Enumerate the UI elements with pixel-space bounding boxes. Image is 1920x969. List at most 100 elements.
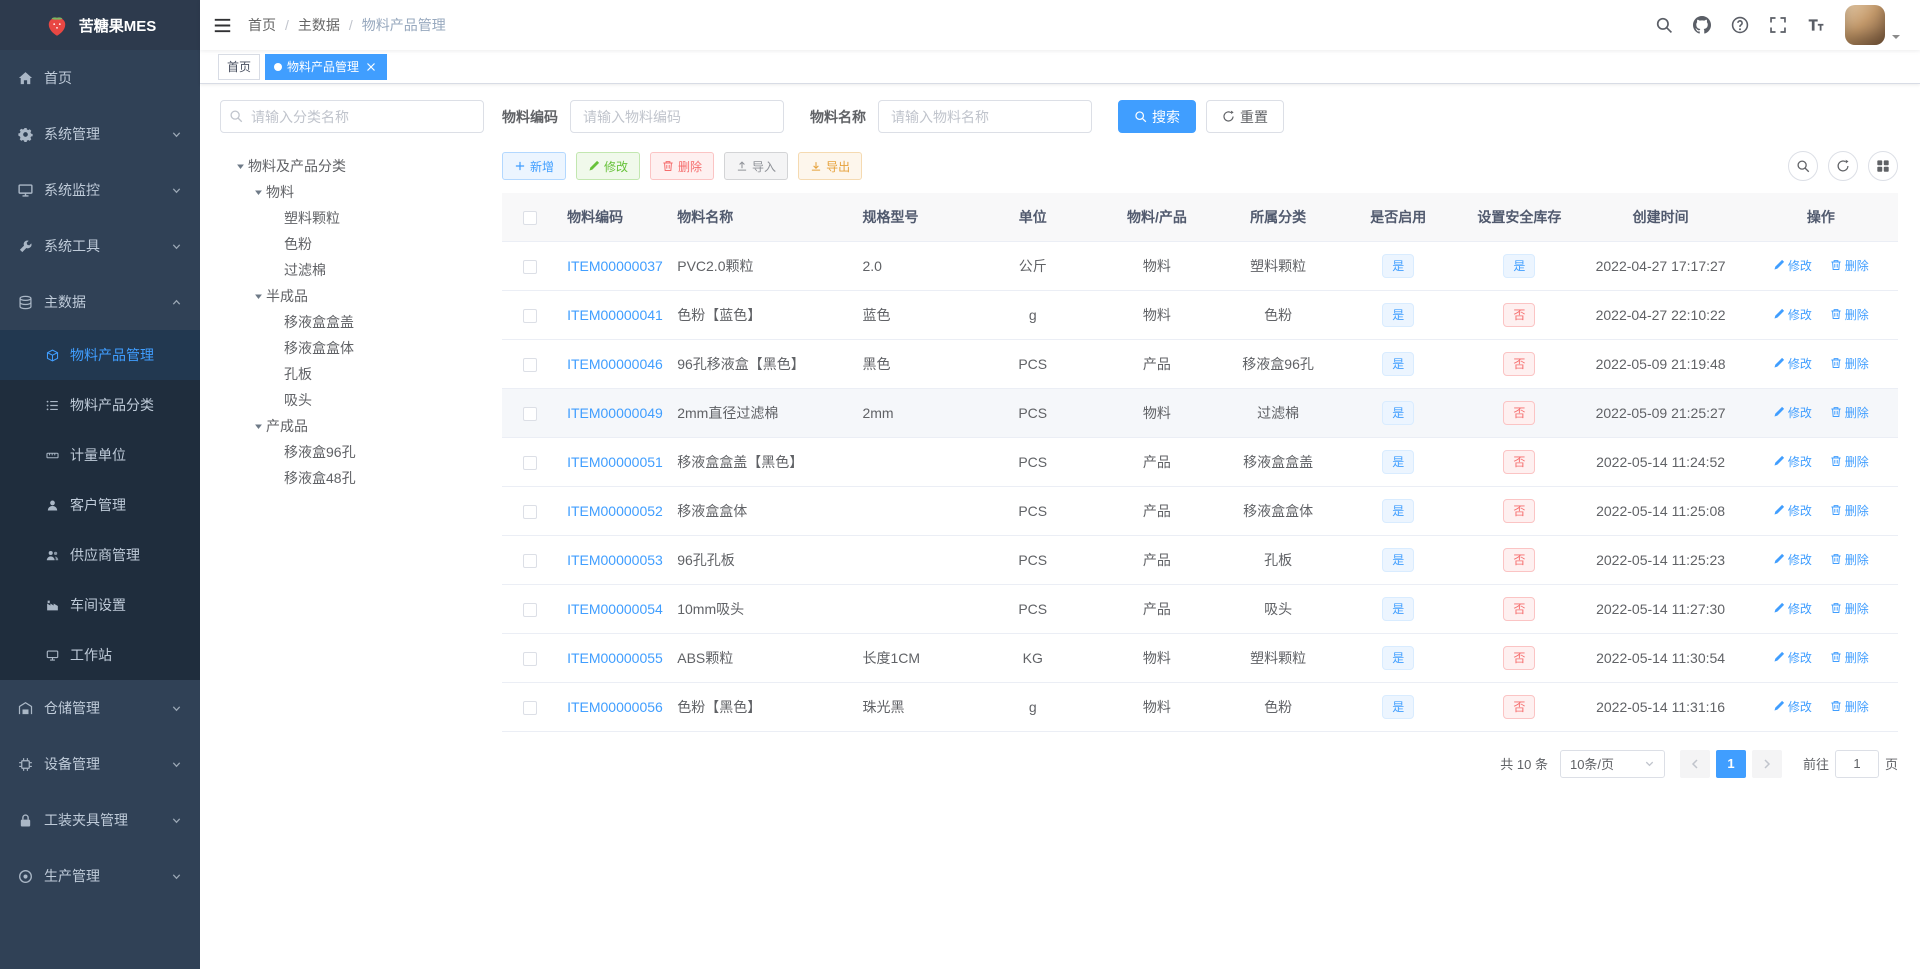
close-icon[interactable] — [364, 60, 378, 74]
table-row[interactable]: ITEM00000054 10mm吸头 PCS 产品 吸头 是 否 2022-0… — [502, 584, 1898, 634]
tree-node[interactable]: 物料及产品分类 — [220, 153, 484, 179]
sidebar-item-equipment-mgmt[interactable]: 设备管理 — [0, 736, 200, 792]
sidebar-item-master-data[interactable]: 主数据 — [0, 274, 200, 330]
edit-link[interactable]: 修改 — [1773, 306, 1812, 323]
breadcrumb-item[interactable]: 主数据 — [298, 15, 340, 35]
tree-node[interactable]: 移液盒盒盖 — [220, 309, 484, 335]
edit-link[interactable]: 修改 — [1773, 257, 1812, 274]
app-logo[interactable]: 苦糖果MES — [0, 0, 200, 50]
item-code-link[interactable]: ITEM00000046 — [567, 356, 663, 372]
user-menu[interactable] — [1845, 5, 1900, 45]
search-button[interactable]: 搜索 — [1118, 100, 1196, 133]
tree-node[interactable]: 过滤棉 — [220, 257, 484, 283]
edit-link[interactable]: 修改 — [1773, 355, 1812, 372]
delete-link[interactable]: 删除 — [1830, 551, 1869, 568]
row-checkbox[interactable] — [522, 602, 537, 617]
github-icon[interactable] — [1683, 0, 1721, 50]
tab-home[interactable]: 首页 — [218, 53, 261, 80]
table-row[interactable]: ITEM00000056 色粉【黑色】 珠光黑 g 物料 色粉 是 否 2022… — [502, 682, 1898, 732]
fullscreen-icon[interactable] — [1759, 0, 1797, 50]
sidebar-item-fixture-mgmt[interactable]: 工装夹具管理 — [0, 792, 200, 848]
item-code-link[interactable]: ITEM00000055 — [567, 650, 663, 666]
table-row[interactable]: ITEM00000046 96孔移液盒【黑色】 黑色 PCS 产品 移液盒96孔… — [502, 339, 1898, 389]
table-row[interactable]: ITEM00000041 色粉【蓝色】 蓝色 g 物料 色粉 是 否 2022-… — [502, 290, 1898, 340]
delete-link[interactable]: 删除 — [1830, 257, 1869, 274]
delete-link[interactable]: 删除 — [1830, 404, 1869, 421]
edit-link[interactable]: 修改 — [1773, 600, 1812, 617]
page-size-select[interactable]: 10条/页 — [1559, 749, 1665, 778]
table-row[interactable]: ITEM00000051 移液盒盒盖【黑色】 PCS 产品 移液盒盒盖 是 否 … — [502, 437, 1898, 487]
prev-page-button[interactable] — [1679, 749, 1710, 778]
delete-link[interactable]: 删除 — [1830, 502, 1869, 519]
tree-node[interactable]: 移液盒48孔 — [220, 465, 484, 491]
row-checkbox[interactable] — [522, 308, 537, 323]
table-row[interactable]: ITEM00000049 2mm直径过滤棉 2mm PCS 物料 过滤棉 是 否… — [502, 388, 1898, 438]
tree-node[interactable]: 孔板 — [220, 361, 484, 387]
edit-link[interactable]: 修改 — [1773, 649, 1812, 666]
delete-link[interactable]: 删除 — [1830, 600, 1869, 617]
table-row[interactable]: ITEM00000052 移液盒盒体 PCS 产品 移液盒盒体 是 否 2022… — [502, 486, 1898, 536]
tree-node[interactable]: 产成品 — [220, 413, 484, 439]
tree-node[interactable]: 色粉 — [220, 231, 484, 257]
sidebar-item-home[interactable]: 首页 — [0, 50, 200, 106]
import-button[interactable]: 导入 — [724, 152, 789, 180]
sidebar-item-production-mgmt[interactable]: 生产管理 — [0, 848, 200, 904]
edit-link[interactable]: 修改 — [1773, 551, 1812, 568]
item-code-link[interactable]: ITEM00000049 — [567, 405, 663, 421]
row-checkbox[interactable] — [522, 259, 537, 274]
item-code-link[interactable]: ITEM00000041 — [567, 307, 663, 323]
row-checkbox[interactable] — [522, 455, 537, 470]
item-code-link[interactable]: ITEM00000056 — [567, 699, 663, 715]
search-toggle-button[interactable] — [1788, 151, 1818, 181]
edit-link[interactable]: 修改 — [1773, 502, 1812, 519]
delete-link[interactable]: 删除 — [1830, 453, 1869, 470]
sidebar-subitem[interactable]: 客户管理 — [0, 480, 200, 530]
tree-node[interactable]: 半成品 — [220, 283, 484, 309]
row-checkbox[interactable] — [522, 406, 537, 421]
row-checkbox[interactable] — [522, 553, 537, 568]
columns-toggle-button[interactable] — [1868, 151, 1898, 181]
tree-node[interactable]: 塑料颗粒 — [220, 205, 484, 231]
reset-button[interactable]: 重置 — [1206, 100, 1284, 133]
delete-link[interactable]: 删除 — [1830, 649, 1869, 666]
tree-node[interactable]: 移液盒96孔 — [220, 439, 484, 465]
sidebar-subitem[interactable]: 物料产品分类 — [0, 380, 200, 430]
edit-button[interactable]: 修改 — [576, 152, 641, 180]
breadcrumb-item[interactable]: 首页 — [248, 15, 276, 35]
hamburger-button[interactable] — [200, 0, 244, 50]
delete-link[interactable]: 删除 — [1830, 306, 1869, 323]
sidebar-subitem[interactable]: 供应商管理 — [0, 530, 200, 580]
row-checkbox[interactable] — [522, 357, 537, 372]
edit-link[interactable]: 修改 — [1773, 404, 1812, 421]
sidebar-subitem[interactable]: 车间设置 — [0, 580, 200, 630]
sidebar-subitem[interactable]: 物料产品管理 — [0, 330, 200, 380]
export-button[interactable]: 导出 — [798, 152, 863, 180]
delete-link[interactable]: 删除 — [1830, 698, 1869, 715]
row-checkbox[interactable] — [522, 651, 537, 666]
table-row[interactable]: ITEM00000037 PVC2.0颗粒 2.0 公斤 物料 塑料颗粒 是 是… — [502, 241, 1898, 291]
category-search-input[interactable] — [220, 100, 484, 133]
delete-button[interactable]: 删除 — [650, 152, 715, 180]
page-button-1[interactable]: 1 — [1715, 749, 1746, 778]
sidebar-subitem[interactable]: 工作站 — [0, 630, 200, 680]
name-filter-input[interactable] — [878, 100, 1092, 133]
item-code-link[interactable]: ITEM00000054 — [567, 601, 663, 617]
tree-node[interactable]: 物料 — [220, 179, 484, 205]
tree-node[interactable]: 移液盒盒体 — [220, 335, 484, 361]
add-button[interactable]: 新增 — [502, 152, 567, 180]
item-code-link[interactable]: ITEM00000037 — [567, 258, 663, 274]
sidebar-item-warehouse-mgmt[interactable]: 仓储管理 — [0, 680, 200, 736]
delete-link[interactable]: 删除 — [1830, 355, 1869, 372]
sidebar-item-system-monitoring[interactable]: 系统监控 — [0, 162, 200, 218]
code-filter-input[interactable] — [570, 100, 784, 133]
item-code-link[interactable]: ITEM00000053 — [567, 552, 663, 568]
sidebar-item-system-tools[interactable]: 系统工具 — [0, 218, 200, 274]
tree-node[interactable]: 吸头 — [220, 387, 484, 413]
select-all-checkbox[interactable] — [522, 210, 537, 225]
item-code-link[interactable]: ITEM00000052 — [567, 503, 663, 519]
font-size-icon[interactable] — [1797, 0, 1835, 50]
sidebar-subitem[interactable]: 计量单位 — [0, 430, 200, 480]
goto-page-input[interactable] — [1834, 749, 1879, 778]
next-page-button[interactable] — [1751, 749, 1782, 778]
row-checkbox[interactable] — [522, 504, 537, 519]
